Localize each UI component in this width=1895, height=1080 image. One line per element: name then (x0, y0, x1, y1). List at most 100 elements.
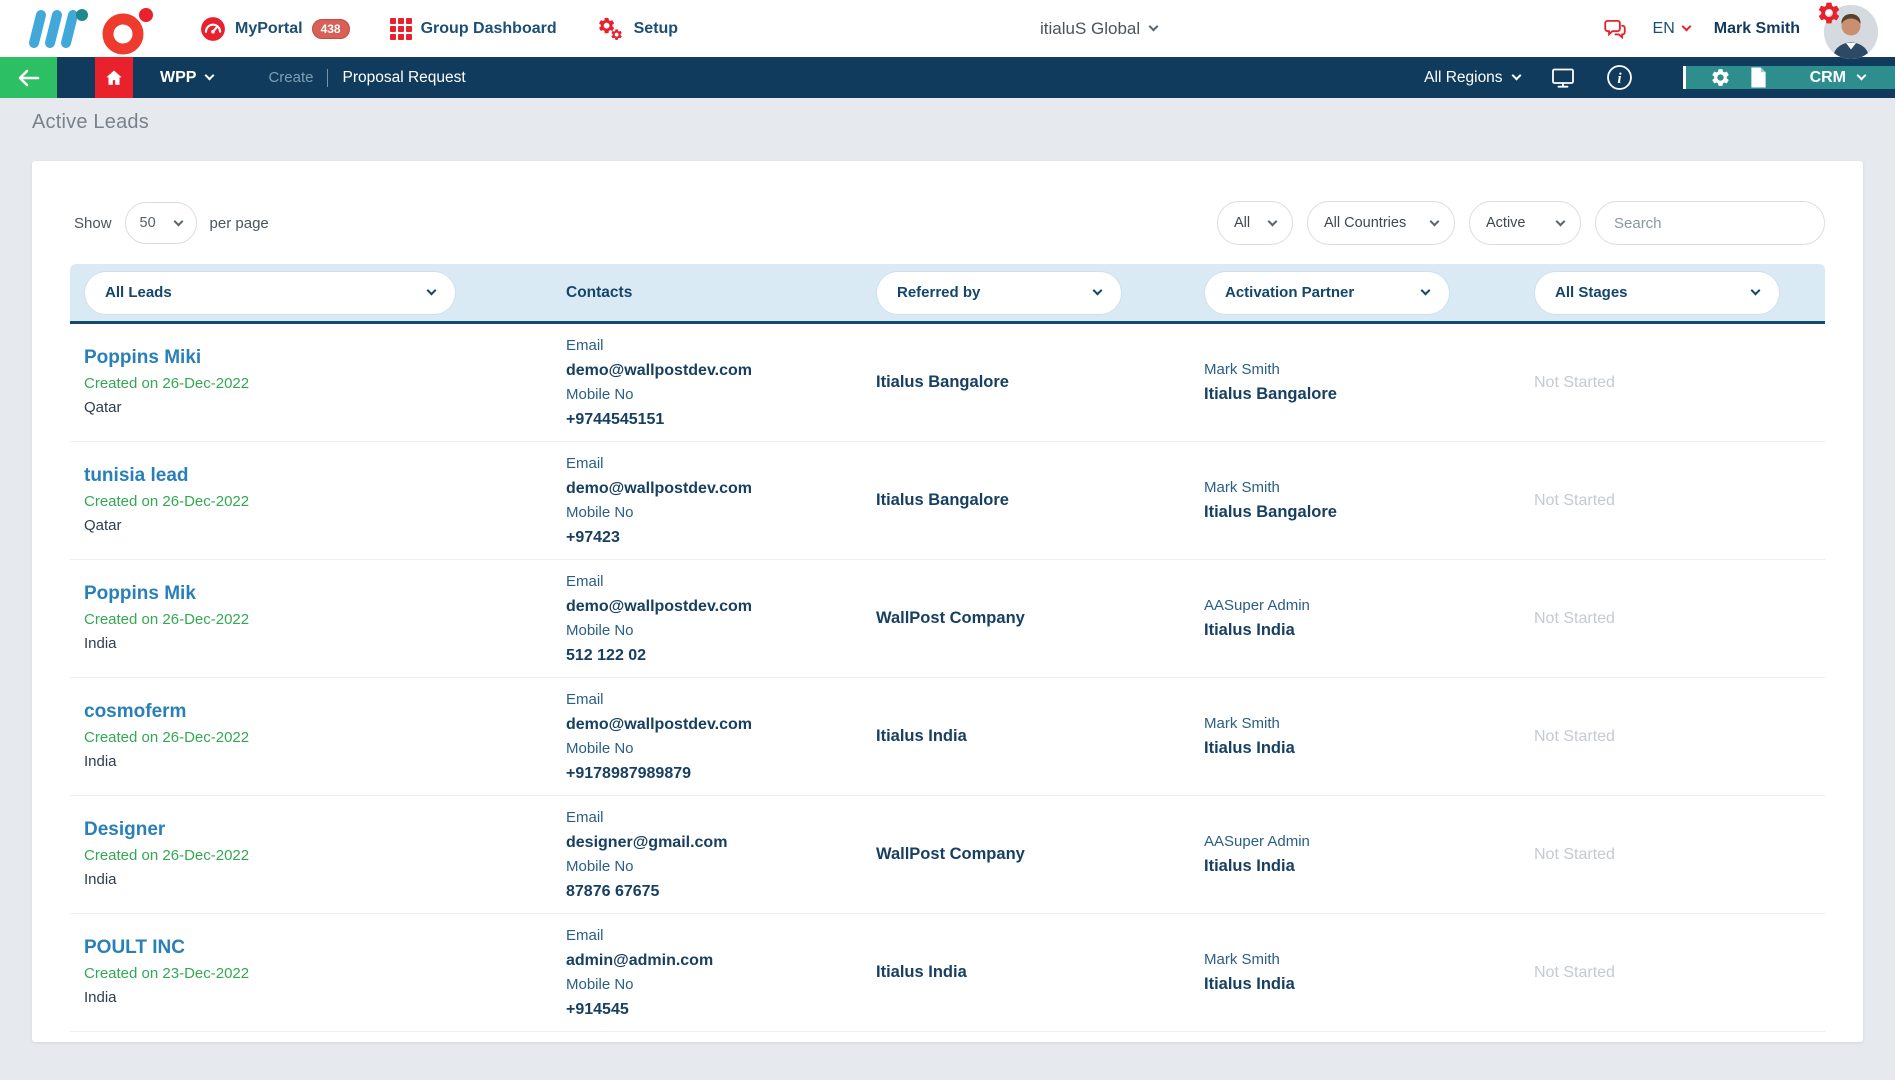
chevron-down-icon (1268, 216, 1278, 226)
region-selector[interactable]: All Regions (1424, 69, 1519, 87)
topbar: MyPortal 438 Group Dashboard Setup itial… (0, 0, 1895, 57)
breadcrumb-create[interactable]: Create (268, 69, 313, 86)
lead-stage: Not Started (1520, 610, 1825, 628)
activation-partner-filter-value: Activation Partner (1225, 284, 1354, 301)
lead-mobile: 87876 67675 (566, 879, 862, 904)
per-page-controls: Show 50 per page (70, 202, 269, 244)
table-controls: Show 50 per page All All Countries Activ… (70, 201, 1825, 245)
back-button[interactable] (0, 57, 57, 98)
company-selector-label: itialuS Global (1040, 19, 1140, 39)
menu-group-dashboard[interactable]: Group Dashboard (390, 18, 557, 40)
lead-stage: Not Started (1520, 374, 1825, 392)
monitor-icon[interactable] (1550, 66, 1576, 90)
wallpost-o-logo (99, 6, 155, 56)
stages-filter-select[interactable]: All Stages (1534, 271, 1780, 315)
lead-email: demo@wallpostdev.com (566, 594, 862, 619)
user-menu[interactable] (1824, 5, 1878, 59)
partner-company: Itialus India (1204, 736, 1520, 761)
home-button[interactable] (95, 57, 133, 98)
navbar-right: All Regions i CRM (1424, 57, 1895, 98)
chevron-down-icon (1149, 22, 1159, 32)
lead-country: India (84, 868, 552, 892)
search-input[interactable] (1614, 215, 1813, 232)
activation-partner-cell: Mark Smith Itialus Bangalore (1190, 358, 1520, 407)
lead-row: Poppins Miki Created on 26-Dec-2022 Qata… (70, 324, 1825, 442)
email-label: Email (566, 806, 862, 830)
filter-status-select[interactable]: Active (1469, 201, 1581, 245)
partner-company: Itialus India (1204, 618, 1520, 643)
partner-name: Mark Smith (1204, 712, 1520, 736)
filter-type-select[interactable]: All (1217, 201, 1293, 245)
lead-country: Qatar (84, 396, 552, 420)
home-icon (104, 68, 124, 88)
per-page-select[interactable]: 50 (125, 202, 197, 244)
lead-info-cell: cosmoferm Created on 26-Dec-2022 India (70, 699, 552, 774)
lead-name-link[interactable]: Designer (84, 817, 165, 843)
lead-contacts-cell: Email designer@gmail.com Mobile No 87876… (552, 806, 862, 904)
activation-partner-cell: Mark Smith Itialus Bangalore (1190, 476, 1520, 525)
chevron-down-icon (427, 286, 437, 296)
chevron-down-icon (1093, 286, 1103, 296)
page-title: Active Leads (32, 111, 1863, 134)
partner-company: Itialus Bangalore (1204, 382, 1520, 407)
email-label: Email (566, 452, 862, 476)
document-icon[interactable] (1749, 66, 1768, 89)
menu-myportal[interactable]: MyPortal 438 (200, 16, 350, 42)
lead-created: Created on 26-Dec-2022 (84, 371, 552, 396)
lead-contacts-cell: Email demo@wallpostdev.com Mobile No +91… (552, 688, 862, 786)
activation-partner-cell: AASuper Admin Itialus India (1190, 594, 1520, 643)
lead-row: tunisia lead Created on 26-Dec-2022 Qata… (70, 442, 1825, 560)
module-selector[interactable]: CRM (1810, 69, 1865, 87)
leads-filter-select[interactable]: All Leads (84, 271, 456, 315)
activation-partner-cell: Mark Smith Itialus India (1190, 948, 1520, 997)
lead-stage: Not Started (1520, 964, 1825, 982)
user-name[interactable]: Mark Smith (1714, 20, 1800, 38)
lead-mobile: +9744545151 (566, 407, 862, 432)
lead-mobile: 512 122 02 (566, 643, 862, 668)
gear-icon[interactable] (1710, 67, 1731, 88)
lead-name-link[interactable]: tunisia lead (84, 463, 189, 489)
wallpost-w-logo (25, 6, 89, 52)
lead-email: demo@wallpostdev.com (566, 358, 862, 383)
wallpost-logo[interactable] (25, 6, 155, 56)
lead-created: Created on 26-Dec-2022 (84, 725, 552, 750)
company-selector[interactable]: itialuS Global (1040, 0, 1157, 57)
lead-country: India (84, 750, 552, 774)
chevron-down-icon (205, 71, 215, 81)
app-selector[interactable]: WPP (160, 57, 213, 98)
mobile-label: Mobile No (566, 619, 862, 643)
chevron-down-icon (1511, 71, 1521, 81)
lead-country: Qatar (84, 514, 552, 538)
referred-by-filter-value: Referred by (897, 284, 980, 301)
lead-name-link[interactable]: cosmoferm (84, 699, 186, 725)
partner-company: Itialus India (1204, 854, 1520, 879)
filter-controls: All All Countries Active (1217, 201, 1825, 245)
module-selector-label: CRM (1810, 69, 1846, 87)
table-header: All Leads Contacts Referred by Activatio… (70, 264, 1825, 324)
lead-country: India (84, 986, 552, 1010)
chat-icon[interactable] (1601, 16, 1629, 42)
filter-country-select[interactable]: All Countries (1307, 201, 1455, 245)
referred-by-cell: Itialus India (862, 960, 1190, 985)
info-icon[interactable]: i (1606, 64, 1633, 91)
partner-company: Itialus Bangalore (1204, 500, 1520, 525)
lead-info-cell: Poppins Miki Created on 26-Dec-2022 Qata… (70, 345, 552, 420)
referred-by-value: WallPost Company (876, 606, 1190, 631)
referred-by-filter-select[interactable]: Referred by (876, 271, 1122, 315)
partner-company: Itialus India (1204, 972, 1520, 997)
filter-type-value: All (1234, 215, 1250, 231)
lead-name-link[interactable]: POULT INC (84, 935, 185, 961)
lead-name-link[interactable]: Poppins Miki (84, 345, 201, 371)
gear-icon (1816, 0, 1842, 26)
grid-icon (390, 18, 412, 40)
lead-mobile: +914545 (566, 997, 862, 1022)
activation-partner-filter-select[interactable]: Activation Partner (1204, 271, 1450, 315)
lead-name-link[interactable]: Poppins Mik (84, 581, 196, 607)
referred-by-cell: Itialus Bangalore (862, 488, 1190, 513)
lead-stage: Not Started (1520, 492, 1825, 510)
partner-name: Mark Smith (1204, 948, 1520, 972)
language-selector[interactable]: EN (1653, 20, 1690, 38)
region-selector-label: All Regions (1424, 69, 1502, 87)
lead-mobile: +9178987989879 (566, 761, 862, 786)
menu-setup[interactable]: Setup (597, 16, 678, 42)
